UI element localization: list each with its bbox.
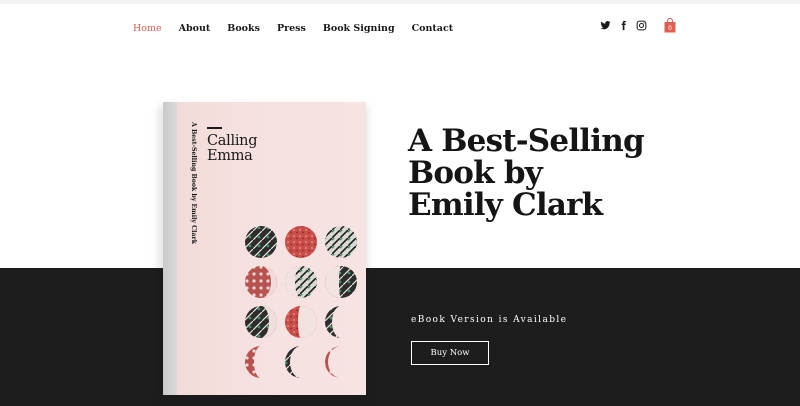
nav-item-home[interactable]: Home [133,23,162,34]
moon-9 [325,306,341,338]
nav-item-press[interactable]: Press [277,23,306,34]
cover-title: Calling Emma [207,134,307,164]
hero-headline-line2: Book by [408,155,543,191]
cover-dash [207,127,222,129]
cover-title-line1: Calling [207,133,258,149]
nav-item-about[interactable]: About [179,23,211,34]
top-strip [0,0,800,4]
dark-band [0,268,800,406]
hero-headline: A Best-Selling Book by Emily Clark [408,125,668,221]
buy-now-button[interactable]: Buy Now [411,341,489,365]
nav-item-contact[interactable]: Contact [412,23,454,34]
shopping-bag-icon[interactable]: 0 [664,18,676,33]
moon-phase-artwork [245,226,357,378]
cover-spine-text: A Best-Selling Book by Emily Clark [190,122,197,245]
facebook-icon[interactable] [618,20,629,31]
nav-item-books[interactable]: Books [227,23,260,34]
moon-11 [285,346,301,378]
social-bar [600,20,647,31]
moon-12 [325,346,341,378]
moon-1 [245,226,277,258]
twitter-icon[interactable] [600,20,611,31]
moon-8-light [298,306,317,338]
moon-6-light [325,266,341,298]
hero-headline-line1: A Best-Selling [408,123,645,159]
page: Home About Books Press Book Signing Cont… [0,0,800,406]
moon-10 [245,346,261,378]
nav-item-book-signing[interactable]: Book Signing [323,23,395,34]
cover-title-line2: Emma [207,148,253,164]
hero-headline-line3: Emily Clark [408,187,603,223]
moon-2 [285,226,317,258]
ebook-availability-text: eBook Version is Available [411,315,568,325]
moon-3 [325,226,357,258]
instagram-icon[interactable] [636,20,647,31]
book-cover: A Best-Selling Book by Emily Clark Calli… [177,102,366,395]
main-nav: Home About Books Press Book Signing Cont… [133,21,470,35]
book-spine [163,102,177,395]
cart-count: 0 [668,25,672,32]
